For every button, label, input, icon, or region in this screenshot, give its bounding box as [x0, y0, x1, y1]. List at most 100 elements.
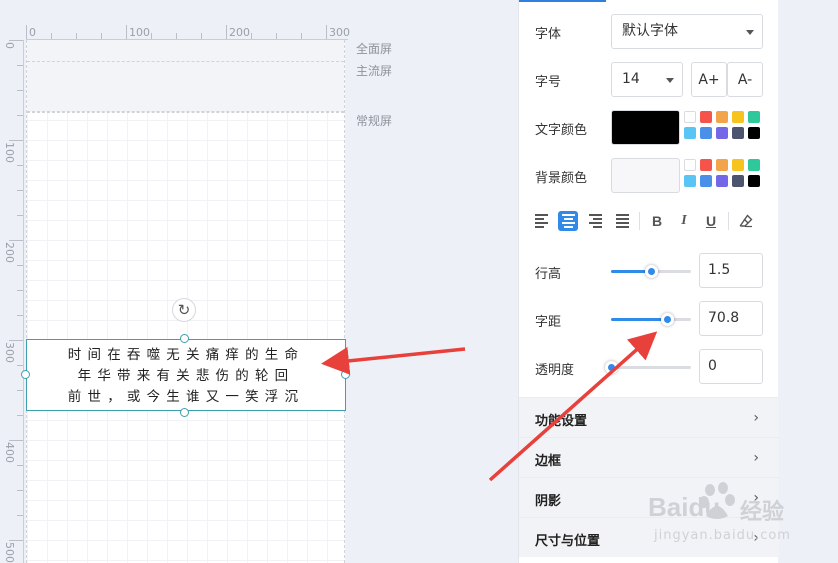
font-size-value: 14 [622, 71, 640, 87]
text-color-swatches [684, 111, 766, 139]
ruler-left: 0 100 200 300 400 500 [3, 40, 24, 563]
ruler-label: 400 [3, 442, 16, 463]
letter-spacing-input[interactable]: 70.8 [699, 301, 763, 336]
text-color-label: 文字颜色 [535, 123, 588, 138]
line-height-slider[interactable] [611, 265, 691, 278]
bg-color-picker[interactable] [611, 158, 680, 193]
resize-handle-right[interactable] [341, 370, 350, 379]
ruler-tick [9, 340, 23, 341]
ruler-label: 0 [3, 42, 16, 49]
font-value: 默认字体 [622, 23, 678, 39]
regular-screen-line [27, 112, 344, 113]
ruler-label: 200 [3, 242, 16, 263]
color-swatch-light-blue[interactable] [684, 127, 696, 139]
align-justify-icon[interactable] [612, 211, 632, 231]
ruler-tick [151, 33, 152, 39]
full-screen-label: 全面屏 [356, 42, 393, 56]
slider-fill [611, 318, 667, 321]
text-line: 前世，或今生谁又一笑浮沉 [67, 389, 305, 405]
decrease-font-button[interactable]: A- [727, 62, 763, 97]
color-swatch-blue[interactable] [700, 175, 712, 187]
ruler-tick [326, 25, 327, 39]
color-swatch-slate[interactable] [732, 175, 744, 187]
section-function-settings[interactable]: 功能设置 › [519, 397, 779, 437]
ruler-tick [17, 390, 23, 391]
color-swatch-orange[interactable] [716, 111, 728, 123]
ruler-tick [101, 33, 102, 39]
ruler-label: 100 [129, 26, 150, 39]
color-swatch-green[interactable] [748, 159, 760, 171]
bg-color-label: 背景颜色 [535, 171, 588, 186]
color-swatch-yellow[interactable] [732, 111, 744, 123]
section-title: 阴影 [535, 494, 562, 509]
ruler-tick [76, 33, 77, 39]
letter-spacing-label: 字距 [535, 315, 562, 330]
color-swatch-slate[interactable] [732, 127, 744, 139]
resize-handle-bottom[interactable] [180, 408, 189, 417]
color-swatch-black[interactable] [748, 175, 760, 187]
opacity-slider[interactable] [605, 361, 691, 374]
chevron-down-icon [666, 77, 674, 83]
ruler-tick [17, 90, 23, 91]
ruler-tick [17, 415, 23, 416]
slider-handle[interactable] [661, 313, 674, 326]
color-swatch-yellow[interactable] [732, 159, 744, 171]
ruler-tick [17, 115, 23, 116]
color-swatch-orange[interactable] [716, 159, 728, 171]
bg-color-swatches [684, 159, 766, 187]
ruler-tick [9, 240, 23, 241]
selected-text-element[interactable]: 时间在吞噬无关痛痒的生命 年华带来有关悲伤的轮回 前世，或今生谁又一笑浮沉 [26, 339, 346, 411]
mainstream-screen-label: 主流屏 [356, 64, 393, 78]
color-swatch-red[interactable] [700, 111, 712, 123]
watermark-brand: Baidu [648, 492, 721, 522]
ruler-tick [17, 290, 23, 291]
ruler-tick [51, 33, 52, 39]
section-title: 边框 [535, 454, 562, 469]
watermark-suffix: 经验 [740, 500, 785, 525]
rotate-icon[interactable]: ↻ [172, 298, 196, 322]
align-right-icon[interactable] [585, 211, 605, 231]
ruler-tick [251, 33, 252, 39]
color-swatch-light-blue[interactable] [684, 175, 696, 187]
color-swatch-purple[interactable] [716, 127, 728, 139]
font-size-label: 字号 [535, 75, 562, 90]
toolbar-divider [639, 212, 640, 230]
ruler-tick [17, 165, 23, 166]
ruler-tick [9, 40, 23, 41]
color-swatch-green[interactable] [748, 111, 760, 123]
section-title: 尺寸与位置 [535, 534, 601, 549]
full-screen-band [27, 40, 344, 112]
slider-handle[interactable] [645, 265, 658, 278]
color-swatch-white[interactable] [684, 159, 696, 171]
ruler-tick [17, 190, 23, 191]
font-select[interactable]: 默认字体 [611, 14, 763, 49]
resize-handle-top[interactable] [180, 334, 189, 343]
eraser-icon[interactable] [736, 211, 756, 231]
line-height-label: 行高 [535, 267, 562, 282]
color-swatch-red[interactable] [700, 159, 712, 171]
resize-handle-left[interactable] [21, 370, 30, 379]
line-height-input[interactable]: 1.5 [699, 253, 763, 288]
color-swatch-blue[interactable] [700, 127, 712, 139]
italic-icon[interactable]: I [674, 211, 694, 231]
letter-spacing-slider[interactable] [611, 313, 691, 326]
text-color-picker[interactable] [611, 110, 680, 145]
underline-icon[interactable]: U [701, 211, 721, 231]
color-swatch-white[interactable] [684, 111, 696, 123]
ruler-tick [301, 33, 302, 39]
align-center-icon[interactable] [558, 211, 578, 231]
color-swatch-purple[interactable] [716, 175, 728, 187]
font-size-select[interactable]: 14 [611, 62, 683, 97]
ruler-top: 0 100 200 300 [26, 24, 350, 40]
opacity-input[interactable]: 0 [699, 349, 763, 384]
opacity-label: 透明度 [535, 363, 575, 378]
slider-handle[interactable] [605, 361, 618, 374]
bold-icon[interactable]: B [647, 211, 667, 231]
ruler-label: 300 [329, 26, 350, 39]
align-left-icon[interactable] [531, 211, 551, 231]
section-border[interactable]: 边框 › [519, 437, 779, 477]
format-toolbar: B I U [531, 209, 763, 233]
increase-font-button[interactable]: A+ [691, 62, 727, 97]
regular-screen-label: 常规屏 [356, 114, 393, 128]
color-swatch-black[interactable] [748, 127, 760, 139]
